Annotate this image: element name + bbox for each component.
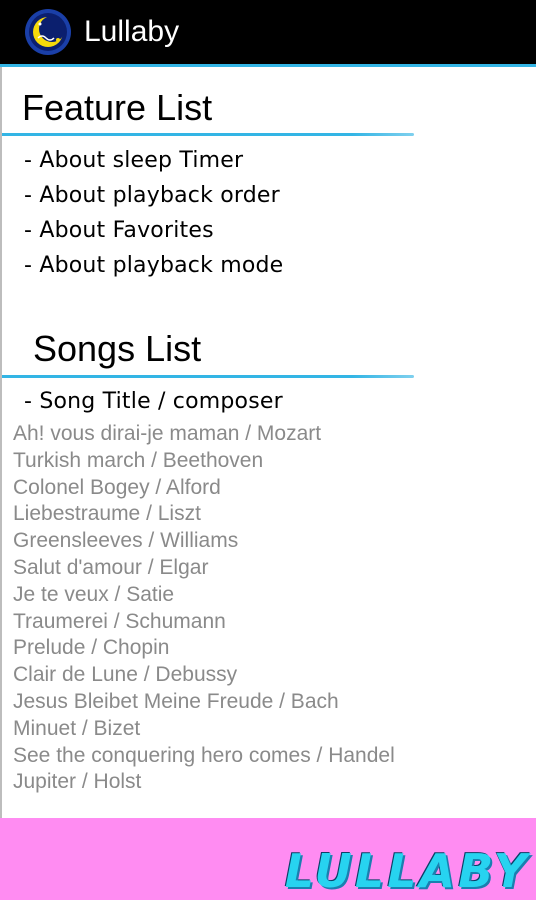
- song-item[interactable]: Je te veux / Satie: [13, 582, 395, 609]
- song-item[interactable]: Prelude / Chopin: [13, 635, 395, 662]
- song-item[interactable]: Ah! vous dirai-je maman / Mozart: [13, 421, 395, 448]
- song-item[interactable]: Colonel Bogey / Alford: [13, 475, 395, 502]
- feature-item-playback-mode[interactable]: - About playback mode: [24, 248, 283, 283]
- song-item[interactable]: Greensleeves / Williams: [13, 528, 395, 555]
- song-item[interactable]: Minuet / Bizet: [13, 716, 395, 743]
- footer-logo: LULLABY: [284, 844, 530, 898]
- song-item[interactable]: Jesus Bleibet Meine Freude / Bach: [13, 689, 395, 716]
- footer-banner: LULLABY: [0, 818, 536, 900]
- song-item[interactable]: Jupiter / Holst: [13, 769, 395, 796]
- action-bar: Lullaby: [0, 0, 536, 67]
- song-item[interactable]: Turkish march / Beethoven: [13, 448, 395, 475]
- feature-item-favorites[interactable]: - About Favorites: [24, 213, 283, 248]
- feature-heading-divider: [2, 133, 414, 136]
- left-divider: [0, 67, 2, 818]
- moon-music-icon[interactable]: [24, 8, 72, 56]
- song-item[interactable]: Liebestraume / Liszt: [13, 501, 395, 528]
- songs-subheading: - Song Title / composer: [24, 389, 283, 414]
- songs-list-heading: Songs List: [33, 328, 202, 369]
- song-item[interactable]: Salut d'amour / Elgar: [13, 555, 395, 582]
- song-item[interactable]: Traumerei / Schumann: [13, 609, 395, 636]
- feature-item-playback-order[interactable]: - About playback order: [24, 178, 283, 213]
- feature-list-heading: Feature List: [22, 87, 213, 128]
- song-item[interactable]: See the conquering hero comes / Handel: [13, 743, 395, 770]
- app-title: Lullaby: [84, 15, 180, 48]
- feature-item-sleep-timer[interactable]: - About sleep Timer: [24, 143, 283, 178]
- songs-heading-divider: [2, 375, 414, 378]
- song-list: Ah! vous dirai-je maman / Mozart Turkish…: [13, 421, 395, 796]
- song-item[interactable]: Clair de Lune / Debussy: [13, 662, 395, 689]
- feature-list: - About sleep Timer - About playback ord…: [24, 143, 283, 283]
